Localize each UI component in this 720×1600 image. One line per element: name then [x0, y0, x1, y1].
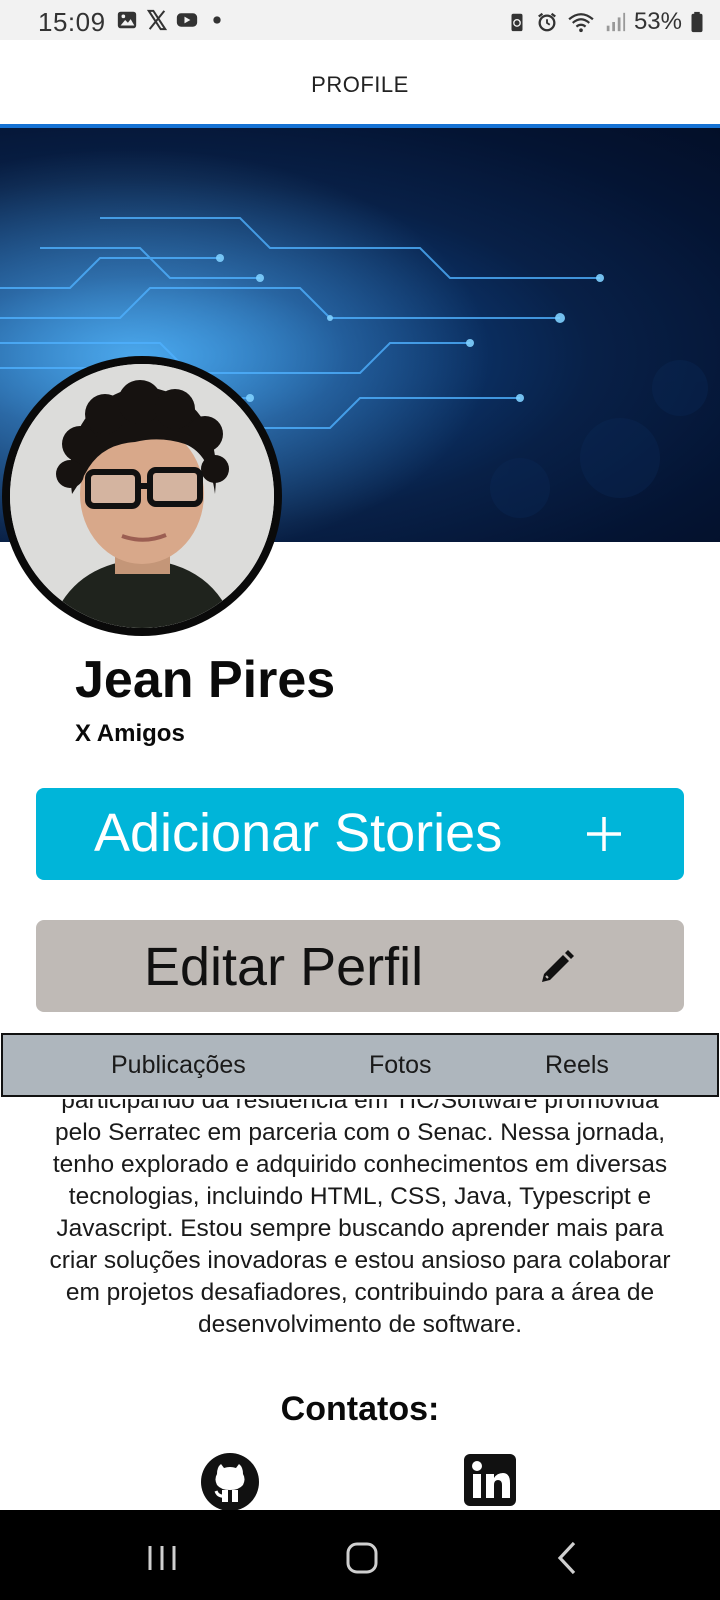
system-nav-bar	[0, 1510, 720, 1600]
bio-line: criar soluções inovadoras e estou ansios…	[49, 1247, 671, 1274]
plus-icon	[587, 817, 621, 851]
bio-line: desenvolvimento de software.	[197, 1311, 523, 1338]
home-icon[interactable]	[342, 1540, 382, 1576]
tab-fotos[interactable]: Fotos	[369, 1051, 432, 1080]
dot-icon	[213, 16, 221, 24]
battery-icon	[691, 11, 703, 33]
github-icon[interactable]	[200, 1452, 260, 1510]
contact-icons	[0, 1440, 720, 1510]
bio-line: Javascript. Estou sempre buscando aprend…	[56, 1215, 664, 1242]
gallery-icon	[117, 11, 137, 29]
friends-count[interactable]: X Amigos	[75, 720, 185, 748]
bio-line: tecnologias, incluindo HTML, CSS, Java, …	[68, 1183, 652, 1210]
add-stories-button[interactable]: Adicionar Stories	[36, 788, 684, 880]
linkedin-icon[interactable]	[464, 1454, 516, 1506]
status-left-icons	[116, 9, 228, 31]
bio-scroll-area[interactable]: participando da residência em TIC/Softwa…	[0, 1099, 720, 1361]
avatar-photo	[10, 364, 274, 628]
battery-percent: 53%	[633, 8, 682, 35]
x-icon	[146, 9, 168, 31]
recent-apps-icon[interactable]	[142, 1540, 182, 1576]
app-header: PROFILE	[0, 40, 720, 124]
status-time: 15:09	[38, 7, 106, 37]
edit-profile-button[interactable]: Editar Perfil	[36, 920, 684, 1012]
edit-profile-label: Editar Perfil	[144, 937, 424, 997]
contacts-title: Contatos:	[280, 1390, 440, 1428]
page-title: PROFILE	[311, 72, 409, 97]
status-bar: 15:09 53%	[0, 0, 720, 40]
battery-saver-icon	[511, 13, 523, 32]
signal-icon	[606, 12, 626, 32]
pencil-icon	[542, 950, 574, 982]
person-portrait	[10, 364, 274, 628]
tab-reels[interactable]: Reels	[545, 1051, 609, 1080]
bio-line: participando da residência em TIC/Softwa…	[61, 1099, 659, 1114]
back-icon[interactable]	[548, 1540, 588, 1576]
tab-publicacoes[interactable]: Publicações	[111, 1051, 246, 1080]
status-right-icons: 53%	[506, 8, 704, 36]
bio-text: participando da residência em TIC/Softwa…	[12, 1099, 708, 1341]
add-stories-label: Adicionar Stories	[94, 803, 503, 863]
avatar[interactable]	[2, 356, 282, 636]
bio-line: tenho explorado e adquirido conhecimento…	[52, 1151, 668, 1178]
youtube-icon	[176, 13, 198, 27]
profile-tabs: Publicações Fotos Reels	[1, 1033, 719, 1097]
bio-line: pelo Serratec em parceria com o Senac. N…	[54, 1119, 666, 1146]
wifi-icon	[568, 13, 594, 33]
alarm-icon	[538, 12, 556, 32]
profile-name: Jean Pires	[75, 651, 336, 709]
bio-line: em projetos desafiadores, contribuindo p…	[65, 1279, 655, 1306]
